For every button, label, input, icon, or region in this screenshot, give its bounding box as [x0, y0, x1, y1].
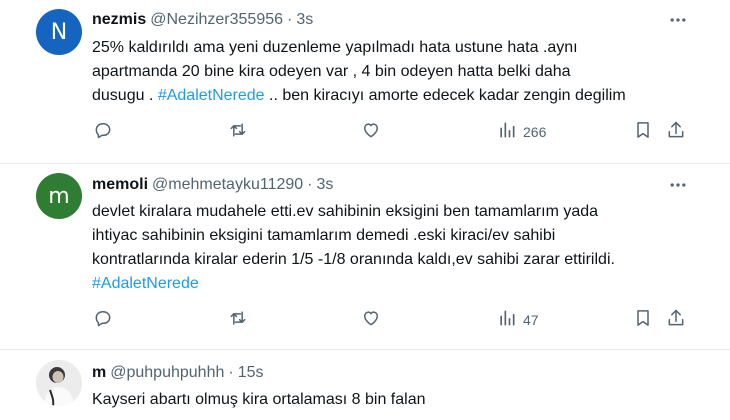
views-icon: [497, 120, 517, 143]
reply-icon: [93, 308, 113, 331]
timestamp[interactable]: 3s: [296, 11, 313, 29]
author-handle[interactable]: @Nezihzer355956: [150, 11, 283, 29]
author-name[interactable]: m: [92, 364, 106, 382]
separator-dot: ·: [228, 364, 234, 381]
retweet-button[interactable]: [228, 308, 248, 331]
share-button[interactable]: [666, 120, 686, 143]
reply-button[interactable]: [93, 308, 113, 331]
separator-dot: ·: [307, 176, 313, 193]
bookmark-icon: [633, 308, 653, 331]
share-icon: [666, 120, 686, 143]
views-count: 266: [523, 123, 547, 140]
tweet-feed: N nezmis @Nezihzer355956 · 3s 25% kaldır…: [0, 0, 730, 420]
tweet-text-fragment: .. ben kiracıyı amorte edecek kadar zeng…: [264, 87, 626, 104]
views-button[interactable]: 266: [497, 120, 546, 143]
tweet-text-line: Kayseri abartı olmuş kira ortalaması 8 b…: [92, 391, 426, 408]
tweet-header: memoli @mehmetayku11290 · 3s: [92, 175, 333, 195]
reply-button[interactable]: [93, 120, 113, 143]
tweet-text: 25% kaldırıldı ama yeni duzenleme yapılm…: [92, 36, 702, 108]
tweet-header: nezmis @Nezihzer355956 · 3s: [92, 10, 313, 30]
tweet-text-line: ihtiyac sahibinin eksigini tamamlarım de…: [92, 227, 556, 244]
tweet-text-fragment: dusugu .: [92, 87, 158, 104]
like-icon: [361, 120, 381, 143]
tweet-text-line: dusugu . #AdaletNerede .. ben kiracıyı a…: [92, 84, 702, 108]
avatar[interactable]: [36, 360, 82, 406]
more-horizontal-icon[interactable]: [666, 10, 690, 30]
tweet-text-line: kontratlarında kiralar ederin 1/5 -1/8 o…: [92, 251, 615, 268]
hashtag-link[interactable]: #AdaletNerede: [92, 272, 702, 296]
author-handle[interactable]: @mehmetayku11290: [152, 176, 303, 194]
avatar-photo: [36, 360, 82, 406]
separator-dot: ·: [287, 11, 293, 28]
author-name[interactable]: nezmis: [92, 11, 146, 29]
like-button[interactable]: [361, 308, 381, 331]
avatar[interactable]: N: [36, 9, 82, 55]
tweet-header: m @puhpuhpuhhh · 15s: [92, 363, 263, 383]
author-handle[interactable]: @puhpuhpuhhh: [110, 364, 224, 382]
avatar-letter: N: [50, 19, 68, 45]
bookmark-icon: [633, 120, 653, 143]
tweet[interactable]: m @puhpuhpuhhh · 15s Kayseri abartı olmu…: [0, 350, 730, 420]
tweet-text-line: devlet kiralara mudahele etti.ev sahibin…: [92, 203, 599, 220]
bookmark-button[interactable]: [633, 120, 653, 143]
tweet[interactable]: m memoli @mehmetayku11290 · 3s devlet ki…: [0, 164, 730, 350]
avatar[interactable]: m: [36, 173, 82, 219]
views-button[interactable]: 47: [497, 308, 539, 331]
share-icon: [666, 308, 686, 331]
views-count: 47: [523, 311, 539, 328]
avatar-letter: m: [48, 183, 70, 209]
tweet-text-line: 25% kaldırıldı ama yeni duzenleme yapılm…: [92, 39, 578, 56]
bookmark-button[interactable]: [633, 308, 653, 331]
timestamp[interactable]: 15s: [238, 364, 264, 382]
tweet-actions: 266: [0, 120, 730, 144]
tweet-text: Kayseri abartı olmuş kira ortalaması 8 b…: [92, 388, 702, 412]
retweet-icon: [228, 308, 248, 331]
like-button[interactable]: [361, 120, 381, 143]
views-icon: [497, 308, 517, 331]
retweet-icon: [228, 120, 248, 143]
timestamp[interactable]: 3s: [316, 176, 333, 194]
like-icon: [361, 308, 381, 331]
tweet[interactable]: N nezmis @Nezihzer355956 · 3s 25% kaldır…: [0, 0, 730, 164]
more-horizontal-icon[interactable]: [666, 175, 690, 195]
tweet-actions: 47: [0, 308, 730, 332]
retweet-button[interactable]: [228, 120, 248, 143]
author-name[interactable]: memoli: [92, 176, 148, 194]
hashtag-link[interactable]: #AdaletNerede: [158, 87, 265, 104]
share-button[interactable]: [666, 308, 686, 331]
tweet-text-line: apartmanda 20 bine kira odeyen var , 4 b…: [92, 63, 571, 80]
reply-icon: [93, 120, 113, 143]
tweet-text: devlet kiralara mudahele etti.ev sahibin…: [92, 200, 702, 296]
